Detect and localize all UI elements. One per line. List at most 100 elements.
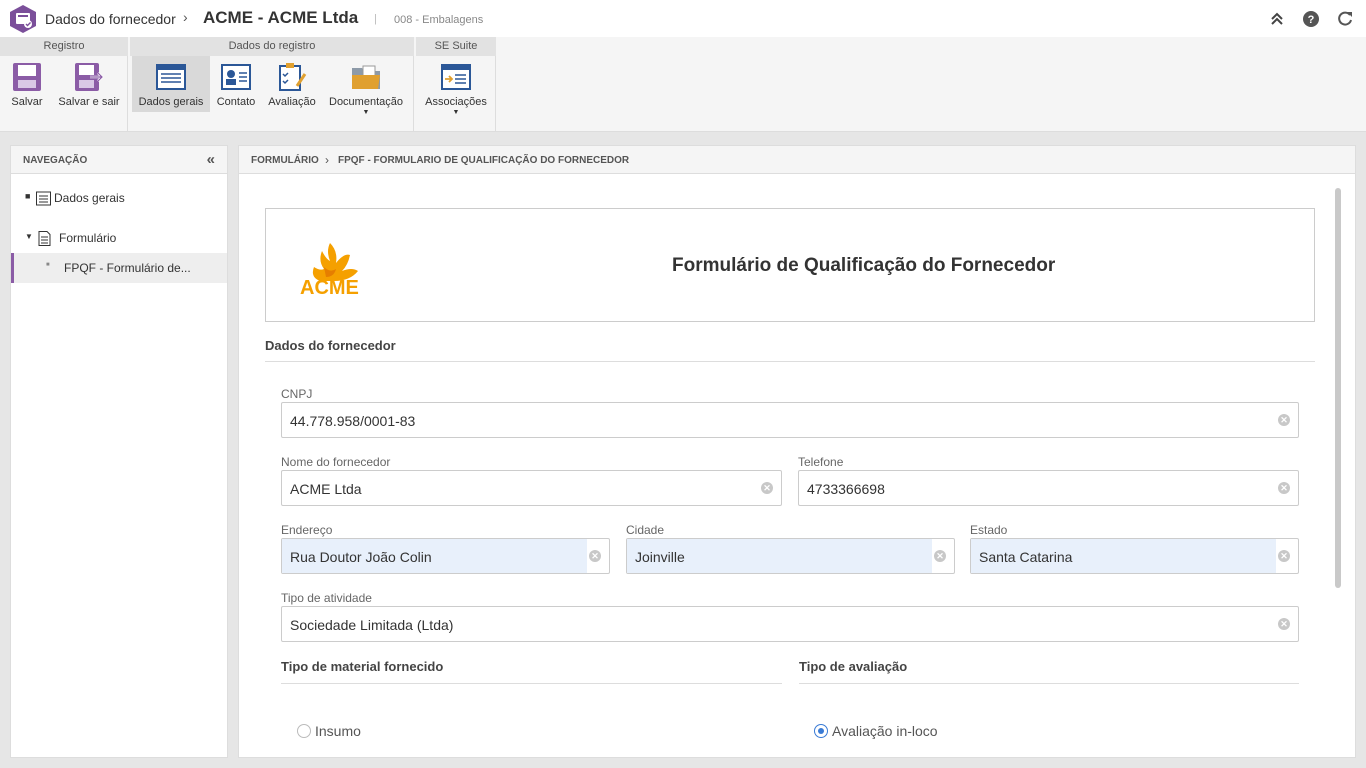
document-icon	[38, 231, 51, 246]
associations-label: Associações	[425, 96, 487, 108]
breadcrumb: FORMULÁRIO › FPQF - FORMULARIO DE QUALIF…	[239, 146, 1355, 174]
associations-icon	[441, 64, 471, 90]
associations-button[interactable]: Associações ▼	[418, 56, 494, 116]
clear-icon[interactable]: ✕	[761, 482, 773, 494]
ribbon-toolbar: Registro Salvar Salvar e sair Dados do r…	[0, 37, 1366, 132]
cnpj-field[interactable]: 44.778.958/0001-83 ✕	[281, 402, 1299, 438]
bullet-icon: ■	[25, 191, 31, 201]
radio-button-selected-icon[interactable]	[814, 724, 828, 738]
save-label: Salvar	[11, 96, 43, 108]
ribbon-group-registro: Registro Salvar Salvar e sair	[0, 37, 128, 132]
nav-item-dados-gerais[interactable]: ■ Dados gerais	[11, 183, 227, 213]
general-data-icon	[36, 191, 51, 206]
save-icon	[13, 63, 41, 91]
radio-label: Insumo	[315, 723, 361, 739]
activity-type-value: Sociedade Limitada (Ltda)	[290, 617, 454, 633]
nav-item-formulario[interactable]: ▼ Formulário	[11, 223, 227, 253]
city-value: Joinville	[635, 549, 685, 565]
help-icon[interactable]: ?	[1302, 10, 1320, 28]
save-and-exit-button[interactable]: Salvar e sair	[54, 56, 124, 112]
navigation-title: NAVEGAÇÃO	[23, 155, 88, 166]
section-title-material: Tipo de material fornecido	[281, 659, 444, 674]
save-exit-label: Salvar e sair	[58, 96, 120, 108]
supplier-app-icon	[10, 5, 36, 33]
address-label: Endereço	[281, 523, 333, 537]
clear-icon[interactable]: ✕	[1278, 414, 1290, 426]
cnpj-label: CNPJ	[281, 387, 313, 401]
chevron-right-icon: ›	[183, 9, 188, 25]
evaluation-icon	[279, 63, 307, 91]
title-separator: |	[374, 13, 377, 25]
save-exit-icon	[75, 63, 104, 91]
section-divider	[265, 361, 1315, 362]
documentation-icon	[352, 65, 380, 89]
nav-item-label: FPQF - Formulário de...	[64, 261, 191, 275]
section-title-evaluation: Tipo de avaliação	[799, 659, 908, 674]
collapse-up-icon[interactable]	[1268, 10, 1286, 28]
evaluation-button[interactable]: Avaliação	[264, 56, 320, 112]
evaluation-label: Avaliação	[268, 96, 316, 108]
contact-label: Contato	[216, 96, 256, 108]
clear-icon[interactable]: ✕	[589, 550, 601, 562]
contact-button[interactable]: Contato	[212, 56, 260, 112]
form-panel: FORMULÁRIO › FPQF - FORMULARIO DE QUALIF…	[238, 145, 1356, 758]
ribbon-group-se-suite: SE Suite Associações ▼	[416, 37, 496, 132]
collapse-left-icon[interactable]: «	[207, 151, 215, 168]
page-title: ACME - ACME Ltda	[203, 8, 359, 27]
activity-type-field[interactable]: Sociedade Limitada (Ltda) ✕	[281, 606, 1299, 642]
nav-item-label: Formulário	[59, 231, 117, 245]
documentation-button[interactable]: Documentação ▼	[324, 56, 408, 116]
form-title: Formulário de Qualificação do Fornecedor	[672, 255, 1056, 276]
clear-icon[interactable]: ✕	[1278, 482, 1290, 494]
general-data-icon	[156, 64, 186, 90]
general-data-button[interactable]: Dados gerais	[132, 56, 210, 112]
navigation-header: NAVEGAÇÃO «	[11, 146, 227, 174]
state-label: Estado	[970, 523, 1008, 537]
acme-logo-text: ACME	[300, 277, 359, 299]
documentation-label: Documentação	[329, 96, 403, 108]
phone-label: Telefone	[798, 455, 844, 469]
radio-label: Avaliação in-loco	[832, 723, 938, 739]
expand-caret-icon[interactable]: ▼	[25, 232, 33, 241]
section-title: Dados do fornecedor	[45, 11, 176, 27]
chevron-right-icon: ›	[325, 153, 329, 167]
ribbon-group-title: Dados do registro	[130, 37, 414, 56]
clear-icon[interactable]: ✕	[934, 550, 946, 562]
city-label: Cidade	[626, 523, 665, 537]
clear-icon[interactable]: ✕	[1278, 618, 1290, 630]
section-title-supplier: Dados do fornecedor	[265, 338, 396, 353]
contact-icon	[221, 64, 251, 90]
address-field[interactable]: Rua Doutor João Colin ✕	[281, 538, 610, 574]
supplier-name-field[interactable]: ACME Ltda ✕	[281, 470, 782, 506]
section-divider	[799, 683, 1299, 684]
breadcrumb-root[interactable]: FORMULÁRIO	[251, 155, 319, 166]
ribbon-group-title: Registro	[0, 37, 128, 56]
vertical-scrollbar[interactable]	[1335, 188, 1341, 588]
bullet-icon: ■	[46, 262, 50, 268]
radio-button-icon[interactable]	[297, 724, 311, 738]
supplier-name-label: Nome do fornecedor	[281, 455, 391, 469]
dropdown-caret-icon: ▼	[362, 109, 370, 116]
state-value: Santa Catarina	[979, 549, 1073, 565]
phone-value: 4733366698	[807, 481, 885, 497]
navigation-panel: NAVEGAÇÃO « ■ Dados gerais ▼ Formulário …	[10, 145, 228, 758]
form-header: ACME Formulário de Qualificação do Forne…	[265, 208, 1315, 322]
general-data-label: Dados gerais	[138, 96, 204, 108]
state-field[interactable]: Santa Catarina ✕	[970, 538, 1299, 574]
address-value: Rua Doutor João Colin	[290, 549, 432, 565]
refresh-icon[interactable]	[1336, 10, 1354, 28]
nav-item-label: Dados gerais	[54, 191, 125, 205]
nav-item-fpqf[interactable]: ■ FPQF - Formulário de...	[11, 253, 227, 283]
city-field[interactable]: Joinville ✕	[626, 538, 955, 574]
save-button[interactable]: Salvar	[4, 56, 50, 112]
dropdown-caret-icon: ▼	[452, 109, 460, 116]
ribbon-group-title: SE Suite	[416, 37, 496, 56]
section-divider	[281, 683, 782, 684]
phone-field[interactable]: 4733366698 ✕	[798, 470, 1299, 506]
clear-icon[interactable]: ✕	[1278, 550, 1290, 562]
page-subtitle: 008 - Embalagens	[394, 14, 484, 26]
cnpj-value: 44.778.958/0001-83	[290, 413, 416, 429]
supplier-name-value: ACME Ltda	[290, 481, 362, 497]
ribbon-group-dados-registro: Dados do registro Dados gerais Contato A…	[130, 37, 414, 132]
breadcrumb-current: FPQF - FORMULARIO DE QUALIFICAÇÃO DO FOR…	[338, 155, 630, 166]
